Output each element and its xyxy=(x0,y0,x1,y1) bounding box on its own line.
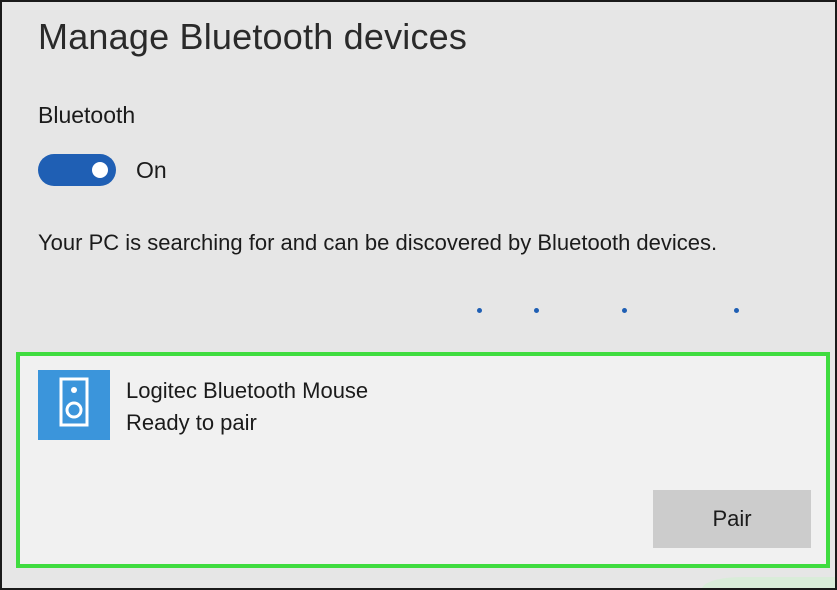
bluetooth-settings-window: Manage Bluetooth devices Bluetooth On Yo… xyxy=(0,0,837,590)
bluetooth-label: Bluetooth xyxy=(38,102,136,128)
progress-dot xyxy=(734,308,739,313)
searching-progress-indicator xyxy=(2,308,835,318)
bluetooth-toggle-row: On xyxy=(38,154,167,186)
discovery-status-text: Your PC is searching for and can be disc… xyxy=(38,230,718,255)
page-title: Manage Bluetooth devices xyxy=(38,16,468,57)
speaker-icon xyxy=(38,370,110,440)
device-status: Ready to pair xyxy=(126,410,257,435)
toggle-knob xyxy=(92,162,108,178)
progress-dot xyxy=(622,308,627,313)
progress-dot xyxy=(477,308,482,313)
toggle-state-label: On xyxy=(136,156,167,183)
device-list-item[interactable]: Logitec Bluetooth Mouse Ready to pair Pa… xyxy=(16,352,830,568)
device-name: Logitec Bluetooth Mouse xyxy=(126,378,369,403)
corner-decoration xyxy=(702,577,835,588)
pair-button[interactable]: Pair xyxy=(653,490,811,548)
bluetooth-toggle[interactable] xyxy=(38,154,116,186)
progress-dot xyxy=(534,308,539,313)
